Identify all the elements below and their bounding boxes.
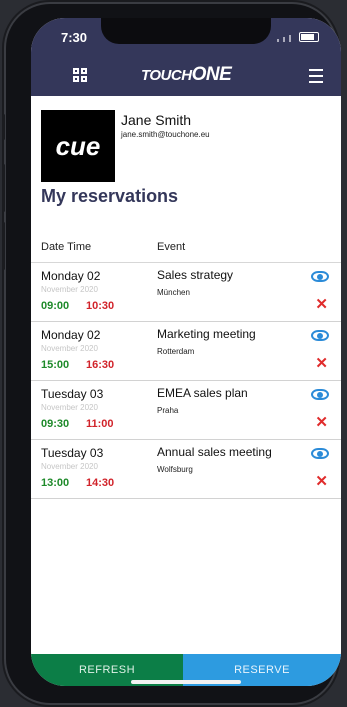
event-location: Praha bbox=[157, 406, 179, 415]
reservation-month: November 2020 bbox=[41, 285, 98, 294]
notch bbox=[101, 18, 271, 44]
reservation-day: Monday 02 bbox=[41, 328, 101, 342]
mute-switch bbox=[2, 114, 5, 140]
volume-up-button bbox=[2, 164, 5, 212]
start-time: 09:30 bbox=[41, 418, 70, 430]
end-time: 11:00 bbox=[86, 418, 114, 430]
reservation-month: November 2020 bbox=[41, 462, 98, 471]
end-time: 14:30 bbox=[86, 477, 115, 489]
reservation-row[interactable]: Monday 02 November 2020 09:00 10:30 Sale… bbox=[31, 263, 341, 322]
column-header-event: Event bbox=[157, 241, 186, 253]
view-eye-icon[interactable] bbox=[311, 389, 329, 400]
cancel-x-icon[interactable]: ✕ bbox=[315, 415, 328, 431]
event-location: München bbox=[157, 288, 190, 297]
end-time: 10:30 bbox=[86, 300, 115, 312]
reservation-month: November 2020 bbox=[41, 403, 98, 412]
volume-down-button bbox=[2, 222, 5, 270]
reservation-list: Monday 02 November 2020 09:00 10:30 Sale… bbox=[31, 263, 341, 499]
table-header: Date Time Event bbox=[31, 232, 341, 263]
reservation-day: Tuesday 03 bbox=[41, 446, 104, 460]
cue-logo: cue bbox=[41, 110, 115, 182]
view-eye-icon[interactable] bbox=[311, 448, 329, 459]
cancel-x-icon[interactable]: ✕ bbox=[315, 297, 328, 313]
event-location: Wolfsburg bbox=[157, 465, 193, 474]
end-time: 16:30 bbox=[86, 359, 115, 371]
view-eye-icon[interactable] bbox=[311, 330, 329, 341]
touchone-logo: TOUCHONE bbox=[141, 64, 232, 85]
event-title: Annual sales meeting bbox=[157, 445, 272, 459]
signal-icon bbox=[277, 39, 279, 42]
reservation-row[interactable]: Tuesday 03 November 2020 13:00 14:30 Ann… bbox=[31, 440, 341, 499]
event-title: Marketing meeting bbox=[157, 327, 256, 341]
status-bar: 7:30 bbox=[31, 18, 341, 54]
start-time: 13:00 bbox=[41, 477, 70, 489]
status-icons bbox=[277, 32, 319, 42]
user-name: Jane Smith bbox=[121, 112, 192, 128]
home-indicator[interactable] bbox=[131, 680, 241, 684]
reservation-day: Monday 02 bbox=[41, 269, 101, 283]
cancel-x-icon[interactable]: ✕ bbox=[315, 474, 328, 490]
event-location: Rotterdam bbox=[157, 347, 195, 356]
reservation-day: Tuesday 03 bbox=[41, 387, 104, 401]
column-header-datetime: Date Time bbox=[41, 241, 92, 253]
reservation-row[interactable]: Tuesday 03 November 2020 09:30 11:00 EME… bbox=[31, 381, 341, 440]
event-title: EMEA sales plan bbox=[157, 386, 248, 400]
hamburger-menu-icon[interactable] bbox=[309, 69, 323, 87]
status-time: 7:30 bbox=[61, 30, 88, 45]
cancel-x-icon[interactable]: ✕ bbox=[315, 356, 328, 372]
reservation-row[interactable]: Monday 02 November 2020 15:00 16:30 Mark… bbox=[31, 322, 341, 381]
app-screen: 7:30 TOUCHONE cue Jane Smith jane.smith@… bbox=[31, 18, 341, 686]
qr-code-icon[interactable] bbox=[73, 68, 87, 82]
event-title: Sales strategy bbox=[157, 268, 234, 282]
battery-icon bbox=[299, 32, 319, 42]
reservation-month: November 2020 bbox=[41, 344, 98, 353]
start-time: 15:00 bbox=[41, 359, 70, 371]
app-header: TOUCHONE bbox=[31, 54, 341, 96]
start-time: 09:00 bbox=[41, 300, 70, 312]
user-email: jane.smith@touchone.eu bbox=[121, 130, 210, 139]
view-eye-icon[interactable] bbox=[311, 271, 329, 282]
page-title: My reservations bbox=[41, 186, 179, 206]
